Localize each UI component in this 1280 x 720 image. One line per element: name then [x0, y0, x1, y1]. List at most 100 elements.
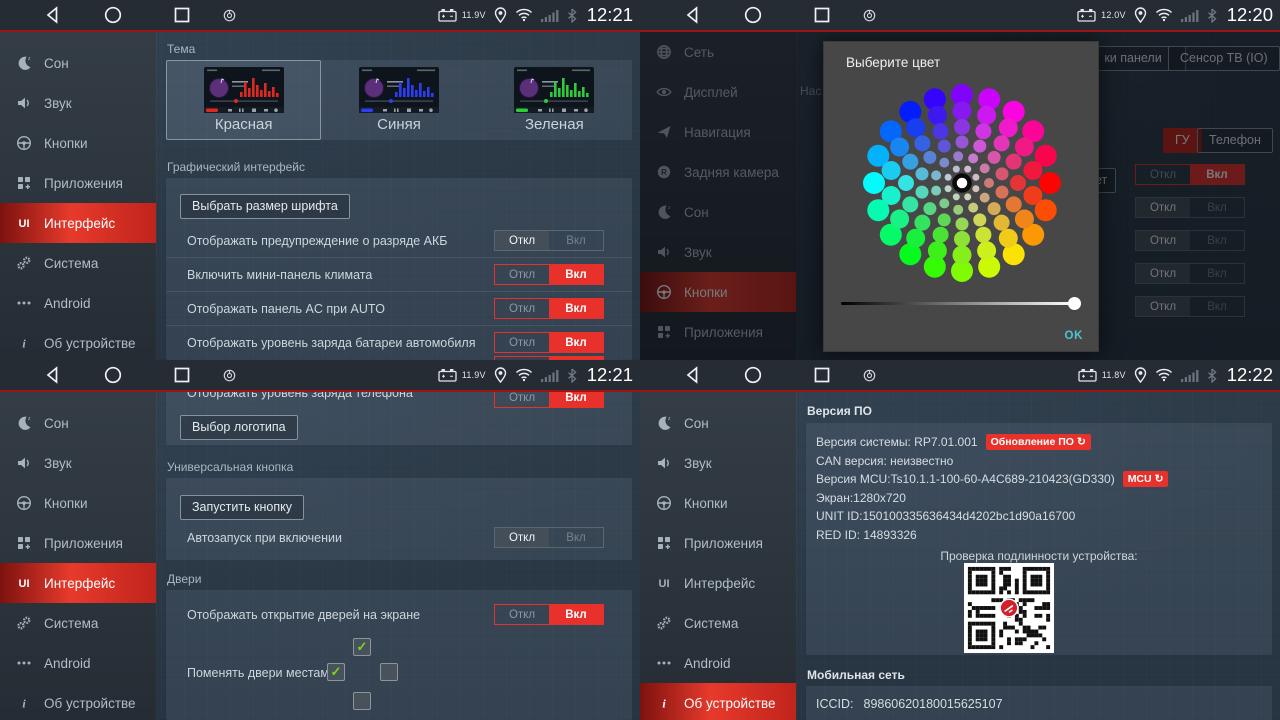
toggle-switch[interactable]: ОтклВкл — [494, 604, 604, 625]
bluetooth-icon — [1207, 8, 1217, 23]
sidebar-item-сон[interactable]: zСон — [0, 43, 156, 83]
toggle-off-label[interactable]: Откл — [495, 528, 549, 547]
door-checkbox-left[interactable]: ✓ — [327, 663, 345, 681]
sidebar-item-звук[interactable]: Звук — [0, 443, 156, 483]
nav-back-icon[interactable] — [684, 366, 702, 384]
iccid-value: 89860620180015625107 — [864, 697, 1003, 711]
update-badge[interactable]: Обновление ПО↻ — [986, 434, 1091, 450]
toggle-switch[interactable]: ОтклВкл — [494, 527, 604, 548]
toggle-on-label[interactable]: Вкл — [549, 299, 603, 318]
toggle-on-label[interactable]: Вкл — [549, 528, 603, 547]
signal-icon — [541, 9, 559, 22]
svg-text:z: z — [668, 416, 671, 422]
nav-home-icon[interactable] — [744, 6, 762, 24]
sidebar-item-кнопки[interactable]: Кнопки — [0, 123, 156, 163]
status-bar: 11.8V12:22 — [640, 360, 1280, 390]
toggle-off-label[interactable]: Откл — [495, 333, 549, 352]
nav-back-icon[interactable] — [44, 366, 62, 384]
signal-icon — [1181, 369, 1199, 382]
sidebar-item-приложения[interactable]: Приложения — [0, 523, 156, 563]
sidebar-item-звук[interactable]: Звук — [640, 443, 796, 483]
toggle-switch[interactable]: ОтклВкл — [494, 230, 604, 251]
dialog-title: Выберите цвет — [846, 55, 940, 70]
run-button[interactable]: Запустить кнопку — [180, 495, 304, 520]
screen-buttons-color-dialog: ки панели Сенсор ТВ (IO) Нас ГУ Телефон … — [640, 0, 1280, 360]
logo-select-button[interactable]: Выбор логотипа — [180, 415, 298, 440]
sidebar-item-label: Кнопки — [44, 496, 88, 511]
sidebar-item-кнопки[interactable]: Кнопки — [640, 483, 796, 523]
sidebar-item-label: Приложения — [684, 536, 763, 551]
screen-record-icon[interactable] — [863, 369, 876, 382]
theme-option-1[interactable]: Красная — [166, 60, 321, 140]
info-line: Версия системы: RP7.01.001Обновление ПО↻ — [816, 435, 1091, 449]
color-wheel[interactable] — [857, 78, 1067, 288]
toggle-on-label[interactable]: Вкл — [549, 265, 603, 284]
screen-record-icon[interactable] — [223, 9, 236, 22]
theme-option-2[interactable]: Синяя — [321, 60, 476, 140]
update-badge[interactable]: MCU↻ — [1123, 471, 1169, 487]
sidebar-item-android[interactable]: Android — [0, 643, 156, 683]
sidebar-item-приложения[interactable]: Приложения — [640, 523, 796, 563]
gui-panel: Выбрать размер шрифта Отображать предупр… — [166, 178, 632, 360]
sidebar-item-звук[interactable]: Звук — [0, 83, 156, 123]
sidebar-item-сон[interactable]: zСон — [0, 403, 156, 443]
sidebar-item-android[interactable]: Android — [640, 643, 796, 683]
door-checkbox-front[interactable]: ✓ — [353, 638, 371, 656]
slider-thumb[interactable] — [1068, 297, 1081, 310]
swap-doors-label: Поменять двери местами — [187, 666, 336, 680]
toggle-on-label[interactable]: Вкл — [549, 605, 603, 624]
nav-home-icon[interactable] — [744, 366, 762, 384]
setting-row: Отображать панель AC при AUTOОтклВкл — [166, 292, 632, 326]
toggle-off-label[interactable]: Откл — [495, 231, 549, 250]
sidebar-item-label: Система — [44, 616, 98, 631]
toggle-switch[interactable]: ОтклВкл — [494, 298, 604, 319]
nav-recents-icon[interactable] — [173, 366, 191, 384]
setting-label: Отображать уровень заряда батареи автомо… — [187, 336, 475, 350]
nav-recents-icon[interactable] — [813, 6, 831, 24]
logo-panel: Отображать уровень заряда телефона ОтклВ… — [166, 386, 632, 445]
sidebar-item-об-устройстве[interactable]: iОб устройстве — [0, 683, 156, 720]
moon-icon: z — [15, 55, 33, 71]
sidebar-item-сон[interactable]: zСон — [640, 403, 796, 443]
toggle-on-label[interactable]: Вкл — [549, 231, 603, 250]
sidebar-item-интерфейс[interactable]: UIИнтерфейс — [0, 203, 156, 243]
sidebar-item-кнопки[interactable]: Кнопки — [0, 483, 156, 523]
nav-home-icon[interactable] — [104, 6, 122, 24]
sidebar-item-интерфейс[interactable]: UIИнтерфейс — [640, 563, 796, 603]
clock: 12:21 — [587, 364, 633, 386]
door-checkbox-right[interactable]: ✓ — [380, 663, 398, 681]
toggle-off-label[interactable]: Откл — [495, 265, 549, 284]
toggle-on-label[interactable]: Вкл — [549, 333, 603, 352]
doors-panel: Отображать открытие дверей на экранеОткл… — [166, 590, 632, 720]
nav-recents-icon[interactable] — [813, 366, 831, 384]
screen-record-icon[interactable] — [223, 369, 236, 382]
ok-button[interactable]: OK — [1065, 330, 1083, 342]
sidebar-item-об-устройстве[interactable]: iОб устройстве — [640, 683, 796, 720]
sidebar-item-об-устройстве[interactable]: iОб устройстве — [0, 323, 156, 360]
toggle-off-label[interactable]: Откл — [495, 299, 549, 318]
toggle-switch[interactable]: ОтклВкл — [494, 332, 604, 353]
toggle-off-label[interactable]: Откл — [495, 605, 549, 624]
font-size-button[interactable]: Выбрать размер шрифта — [180, 194, 350, 219]
brightness-slider[interactable] — [841, 302, 1074, 305]
nav-home-icon[interactable] — [104, 366, 122, 384]
theme-option-3[interactable]: Зеленая — [477, 60, 632, 140]
sidebar-item-приложения[interactable]: Приложения — [0, 163, 156, 203]
sidebar-item-android[interactable]: Android — [0, 283, 156, 323]
sidebar: zСонЗвукКнопки Приложения UIИнтерфейсСисте… — [640, 392, 797, 720]
clock: 12:20 — [1227, 4, 1273, 26]
door-checkbox-rear[interactable]: ✓ — [353, 692, 371, 710]
sidebar-item-интерфейс[interactable]: UIИнтерфейс — [0, 563, 156, 603]
sidebar-item-система[interactable]: Система — [640, 603, 796, 643]
dots-icon — [15, 295, 33, 311]
battery-voltage: 12.0V — [1101, 10, 1126, 20]
nav-back-icon[interactable] — [44, 6, 62, 24]
toggle-switch[interactable]: ОтклВкл — [494, 264, 604, 285]
theme-panel: Красная Синяя Зеленая — [166, 60, 632, 140]
sidebar-item-система[interactable]: Система — [0, 603, 156, 643]
nav-recents-icon[interactable] — [173, 6, 191, 24]
sidebar-item-система[interactable]: Система — [0, 243, 156, 283]
status-cluster: 12.0V 12:20 — [1077, 0, 1273, 30]
screen-record-icon[interactable] — [863, 9, 876, 22]
nav-back-icon[interactable] — [684, 6, 702, 24]
